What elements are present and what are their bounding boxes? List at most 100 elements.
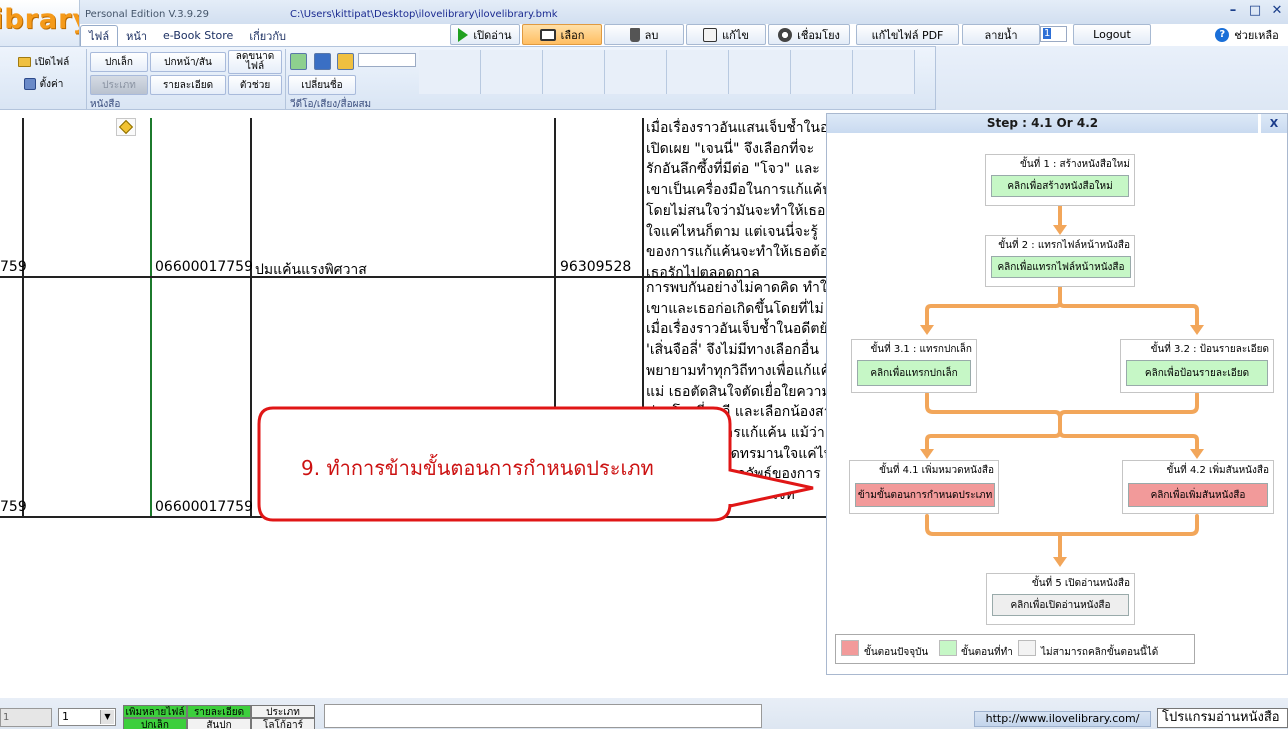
play-icon (458, 27, 469, 42)
edit-pdf-button[interactable]: แก้ไขไฟล์ PDF (856, 24, 959, 45)
row-id: 759 (0, 499, 27, 515)
media-slot[interactable] (605, 50, 667, 94)
step-4-2-title: ขั้นที่ 4.2 เพิ่มสันหนังสือ (1166, 465, 1270, 476)
tab-ebook-store[interactable]: e-Book Store (155, 25, 241, 46)
tab-page[interactable]: หน้า (118, 25, 155, 46)
watermark-button[interactable]: ลายน้ำ (962, 24, 1040, 45)
record-input[interactable]: 1 (0, 708, 52, 727)
shrink-file-button[interactable]: ลดขนาดไฟล์ (228, 50, 282, 74)
media-slot[interactable] (481, 50, 543, 94)
legend-done: ขั้นตอนที่ทำ (961, 647, 1013, 658)
logo-cell[interactable]: โลโก้อาร์ (251, 718, 315, 729)
description-line: รักอันลึกซึ้งที่มีต่อ "โจว" และ (646, 161, 820, 178)
category-button[interactable]: ประเภท (90, 75, 148, 95)
media-slot[interactable] (419, 50, 481, 94)
page-number-input[interactable]: 1 (1040, 26, 1067, 42)
edit-button[interactable]: แก้ไข (686, 24, 766, 45)
column-divider (22, 118, 24, 518)
step-1-box: ขั้นที่ 1 : สร้างหนังสือใหม่ คลิกเพื่อสร… (985, 154, 1135, 206)
media-slot[interactable] (853, 50, 915, 94)
rename-button[interactable]: เปลี่ยนชื่อ (288, 75, 356, 95)
logout-button[interactable]: Logout (1073, 24, 1151, 45)
small-cover-button[interactable]: ปกเล็ก (90, 52, 148, 72)
step-panel: Step : 4.1 Or 4.2 X ขั้นที่ 1 : สร้างหนั… (826, 113, 1288, 675)
help-button[interactable]: ? ช่วยเหลือ (1212, 24, 1282, 45)
description-line: พยายามทำทุกวิถีทางเพื่อแก้แค้น (646, 362, 828, 379)
group-separator (86, 49, 87, 109)
media-slots (419, 50, 915, 94)
description-line: การพบกันอย่างไม่คาดคิด ทำให้ (646, 280, 828, 296)
add-media-icon[interactable] (290, 53, 307, 70)
media-slot[interactable] (791, 50, 853, 94)
page-select[interactable]: 1 ▼ (58, 708, 116, 726)
folder-icon (17, 57, 31, 67)
row-id: 759 (0, 259, 27, 275)
tab-about[interactable]: เกี่ยวกับ (241, 25, 294, 46)
save-icon[interactable] (314, 53, 331, 70)
helper-button[interactable]: ตัวช่วย (228, 75, 282, 95)
warning-icon[interactable] (116, 118, 136, 136)
status-bar: 1 1 ▼ เพิ่มหลายไฟล์ รายละเอียด ประเภท ปกเ… (0, 698, 1288, 729)
step-5-box: ขั้นที่ 5 เปิดอ่านหนังสือ คลิกเพื่อเปิดอ… (986, 573, 1135, 625)
description-line: เมื่อเรื่องราวอันเจ็บช้ำในอดีตย้อน (646, 321, 828, 338)
select-button[interactable]: เลือก (522, 24, 602, 45)
open-book-button[interactable]: คลิกเพื่อเปิดอ่านหนังสือ (992, 594, 1129, 616)
legend-unavailable: ไม่สามารถคลิกขั้นตอนนี้ได้ (1041, 647, 1159, 658)
spine-cell[interactable]: สันปก (187, 718, 251, 729)
description-line: เขาเป็นเครื่องมือในการแก้แค้น (646, 182, 828, 199)
media-slot[interactable] (729, 50, 791, 94)
column-divider (250, 118, 252, 518)
minimize-icon[interactable]: – (1225, 3, 1241, 19)
step-4-1-title: ขั้นที่ 4.1 เพิ่มหมวดหนังสือ (879, 465, 994, 476)
add-spine-button[interactable]: คลิกเพื่อเพิ่มสันหนังสือ (1128, 483, 1268, 507)
enter-details-button[interactable]: คลิกเพื่อป้อนรายละเอียด (1126, 360, 1268, 386)
read-button[interactable]: เปิดอ่าน (450, 24, 520, 45)
step-2-title: ขั้นที่ 2 : แทรกไฟล์หน้าหนังสือ (998, 240, 1130, 251)
export-icon[interactable] (337, 53, 354, 70)
legend-swatch-unavailable (1018, 640, 1036, 656)
step-2-box: ขั้นที่ 2 : แทรกไฟล์หน้าหนังสือ คลิกเพื่… (985, 235, 1135, 287)
details-button[interactable]: รายละเอียด (150, 75, 226, 95)
category-cell[interactable]: ประเภท (251, 705, 315, 718)
menu-tabs: ไฟล์ หน้า e-Book Store เกี่ยวกับ (80, 24, 294, 46)
delete-button[interactable]: ลบ (604, 24, 684, 45)
media-slot[interactable] (543, 50, 605, 94)
group-separator (285, 49, 286, 109)
settings-button[interactable]: ตั้งค่า (6, 74, 81, 94)
description-line: แม่ เธอตัดสินใจตัดเยื่อใยความ (646, 383, 828, 400)
small-cover-cell[interactable]: ปกเล็ก (123, 718, 187, 729)
description-line: 'เสิ่นจือลี่' จึงไม่มีทางเลือกอื่น (646, 342, 819, 359)
step-5-title: ขั้นที่ 5 เปิดอ่านหนังสือ (1031, 578, 1130, 589)
reader-program-button[interactable]: โปรแกรมอ่านหนังสือ (1157, 708, 1288, 728)
step-4-2-box: ขั้นที่ 4.2 เพิ่มสันหนังสือ คลิกเพื่อเพิ… (1122, 460, 1274, 514)
ribbon: เปิดไฟล์ ตั้งค่า ปกเล็ก ปกหน้า/สัน ลดขนา… (0, 46, 936, 110)
group-label-media: วีดีโอ/เสียง/สื่อผสม (290, 99, 372, 110)
legend-swatch-current (841, 640, 859, 656)
website-link[interactable]: http://www.ilovelibrary.com/ (974, 711, 1151, 727)
link-icon (778, 27, 793, 42)
row-code: 06600017759 (155, 259, 253, 275)
row-number: 96309528 (560, 259, 632, 275)
description-line: เขาและเธอก่อเกิดขึ้นโดยที่ไม่ (646, 300, 824, 317)
media-slot[interactable] (667, 50, 729, 94)
notes-field[interactable] (324, 704, 762, 728)
group-label-book: หนังสือ (90, 99, 121, 110)
create-book-button[interactable]: คลิกเพื่อสร้างหนังสือใหม่ (991, 175, 1129, 197)
step-legend: ขั้นตอนปัจจุบัน ขั้นตอนที่ทำ ไม่สามารถคล… (835, 634, 1195, 664)
tab-file[interactable]: ไฟล์ (80, 25, 119, 46)
media-name-input[interactable] (358, 53, 416, 67)
details-cell[interactable]: รายละเอียด (187, 705, 251, 718)
step-3-1-box: ขั้นที่ 3.1 : แทรกปกเล็ก คลิกเพื่อแทรกปก… (851, 339, 977, 393)
settings-icon (23, 78, 36, 90)
insert-pages-button[interactable]: คลิกเพื่อแทรกไฟล์หน้าหนังสือ (991, 256, 1131, 278)
open-file-button[interactable]: เปิดไฟล์ (6, 52, 81, 72)
insert-small-cover-button[interactable]: คลิกเพื่อแทรกปกเล็ก (857, 360, 971, 386)
front-back-cover-button[interactable]: ปกหน้า/สัน (150, 52, 226, 72)
description-line: ของการแก้แค้นจะทำให้เธอต้อง (646, 244, 828, 261)
skip-category-button[interactable]: ข้ามขั้นตอนการกำหนดประเภท (855, 483, 995, 507)
restore-icon[interactable]: □ (1247, 3, 1263, 19)
callout-text: 9. ทำการข้ามขั้นตอนการกำหนดประเภท (301, 456, 654, 480)
close-icon[interactable]: ✕ (1269, 3, 1285, 19)
link-button[interactable]: เชื่อมโยง (768, 24, 850, 45)
add-many-files-cell[interactable]: เพิ่มหลายไฟล์ (123, 705, 187, 718)
